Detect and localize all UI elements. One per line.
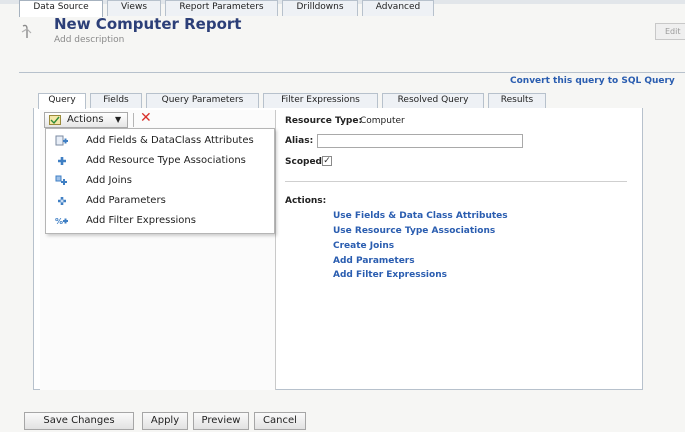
- menu-item-label: Add Parameters: [86, 195, 166, 206]
- resource-type-value: Computer: [360, 116, 405, 126]
- scoped-checkbox[interactable]: ✓: [322, 156, 332, 166]
- delete-x-icon[interactable]: ✕: [140, 110, 152, 126]
- use-fields-link[interactable]: Use Fields & Data Class Attributes: [333, 211, 508, 221]
- add-description-link[interactable]: Add description: [54, 35, 124, 45]
- actions-icon: [49, 115, 61, 125]
- add-parameters-link[interactable]: Add Parameters: [333, 256, 415, 266]
- resource-type-label: Resource Type:: [285, 116, 363, 126]
- tab-fields[interactable]: Fields: [90, 93, 142, 108]
- actions-menu: Add Fields & DataClass Attributes Add Re…: [45, 128, 275, 234]
- edit-button[interactable]: Edit: [655, 23, 685, 40]
- joins-icon: [55, 175, 67, 185]
- actions-button-label: Actions: [67, 114, 104, 125]
- menu-item-add-resource-type-associations[interactable]: Add Resource Type Associations: [46, 151, 274, 171]
- outer-tab-divider: [19, 72, 685, 73]
- tab-report-parameters[interactable]: Report Parameters: [165, 0, 278, 16]
- tab-query-parameters[interactable]: Query Parameters: [146, 93, 259, 108]
- parameters-icon: [58, 197, 66, 205]
- menu-item-add-parameters[interactable]: Add Parameters: [46, 191, 274, 211]
- tab-drilldowns[interactable]: Drilldowns: [282, 0, 358, 16]
- menu-item-add-filter-expressions[interactable]: % Add Filter Expressions: [46, 211, 274, 231]
- menu-item-add-joins[interactable]: Add Joins: [46, 171, 274, 191]
- save-changes-button[interactable]: Save Changes: [24, 412, 134, 430]
- alias-input[interactable]: [317, 134, 523, 148]
- preview-button[interactable]: Preview: [193, 412, 249, 430]
- filter-icon: %: [55, 217, 68, 226]
- tab-results[interactable]: Results: [488, 93, 546, 108]
- tab-data-source[interactable]: Data Source: [19, 0, 103, 17]
- tab-filter-expressions[interactable]: Filter Expressions: [263, 93, 378, 108]
- alias-label: Alias:: [285, 136, 314, 146]
- svg-text:%: %: [55, 217, 63, 226]
- tab-advanced[interactable]: Advanced: [362, 0, 434, 16]
- menu-item-label: Add Filter Expressions: [86, 215, 196, 226]
- page-title: New Computer Report: [54, 15, 242, 33]
- chevron-down-icon: ▼: [115, 115, 122, 124]
- actions-dropdown-button[interactable]: Actions ▼: [44, 112, 128, 128]
- convert-to-sql-link[interactable]: Convert this query to SQL Query: [510, 76, 675, 86]
- tab-resolved-query[interactable]: Resolved Query: [382, 93, 484, 108]
- report-icon: [21, 24, 32, 38]
- use-resource-type-associations-link[interactable]: Use Resource Type Associations: [333, 226, 495, 236]
- create-joins-link[interactable]: Create Joins: [333, 241, 394, 251]
- actions-heading: Actions:: [285, 196, 327, 206]
- menu-item-label: Add Joins: [86, 175, 132, 186]
- apply-button[interactable]: Apply: [142, 412, 188, 430]
- scoped-label: Scoped:: [285, 157, 326, 167]
- menu-item-add-fields[interactable]: Add Fields & DataClass Attributes: [46, 131, 274, 151]
- tab-views[interactable]: Views: [107, 0, 161, 16]
- association-icon: [58, 157, 66, 165]
- fields-icon: [55, 135, 68, 146]
- cancel-button[interactable]: Cancel: [254, 412, 306, 430]
- menu-item-label: Add Fields & DataClass Attributes: [86, 135, 254, 146]
- section-divider: [285, 181, 627, 182]
- add-filter-expressions-link[interactable]: Add Filter Expressions: [333, 270, 447, 280]
- toolbar-separator: [133, 113, 134, 127]
- tab-query[interactable]: Query: [38, 93, 86, 109]
- menu-item-label: Add Resource Type Associations: [86, 155, 246, 166]
